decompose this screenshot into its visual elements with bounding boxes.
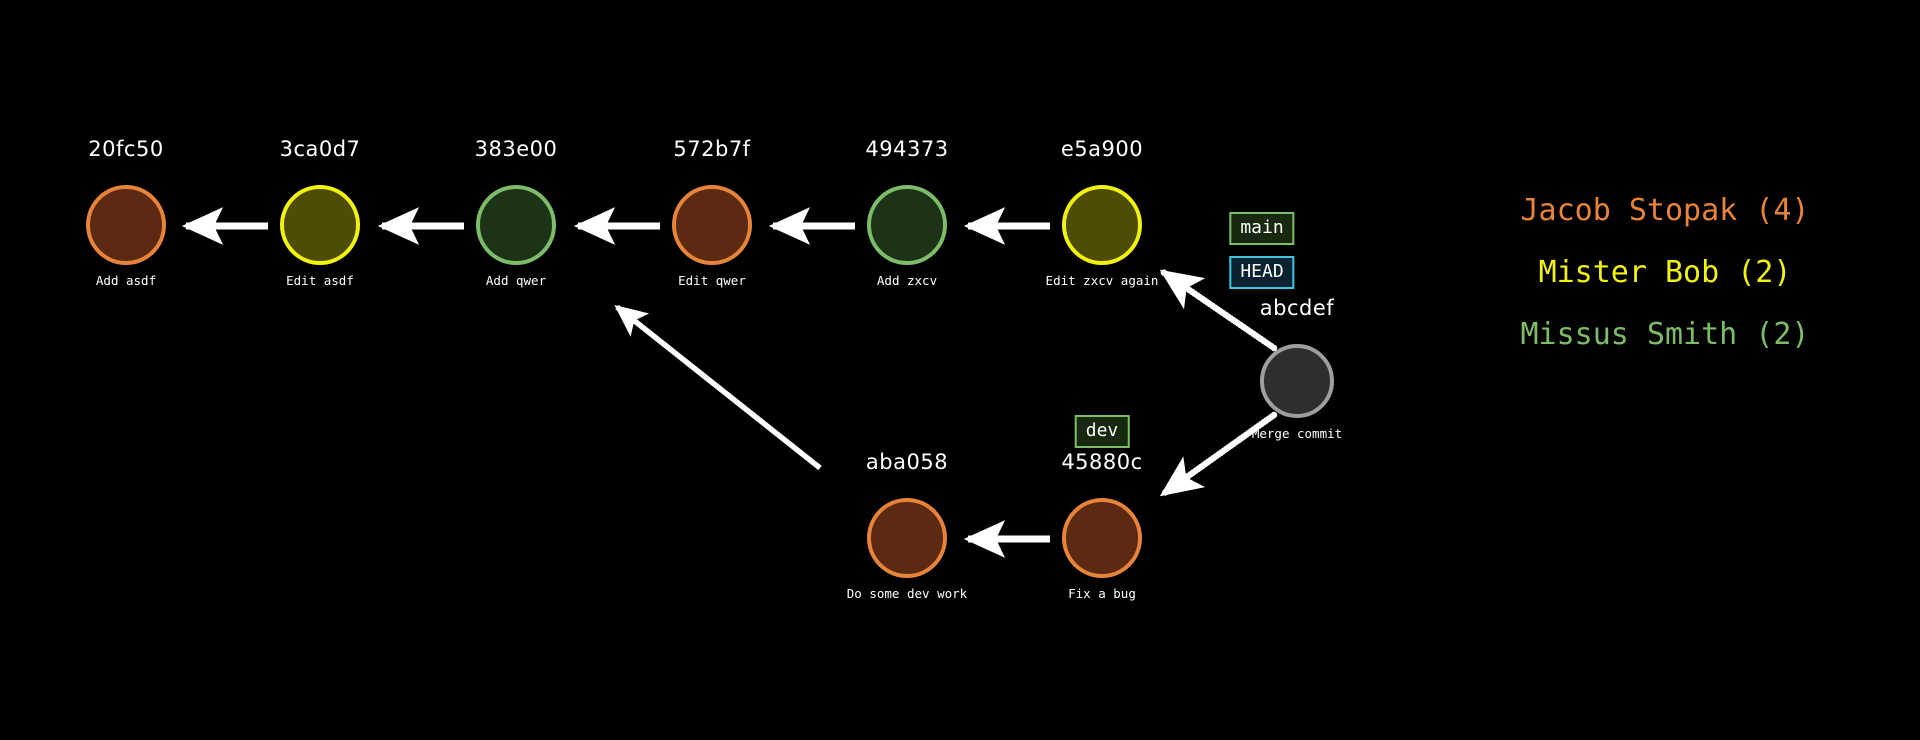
commit-hash: 494373 [865,137,949,161]
edge-aba058-to-383e00 [614,304,822,471]
commit-hash: 20fc50 [88,137,164,161]
commit-circle[interactable] [280,185,360,265]
author-legend: Jacob Stopak (4) Mister Bob (2) Missus S… [1455,196,1875,382]
commit-message: Do some dev work [846,586,968,601]
legend-item-author: Mister Bob (2) [1538,255,1792,290]
commit-message: Add asdf [95,273,157,288]
commit-hash: aba058 [865,450,949,474]
commit-hash: abcdef [1259,296,1335,320]
commit-message: Edit qwer [678,273,746,288]
legend-item-author: Missus Smith (2) [1520,317,1810,352]
commit-circle[interactable] [867,185,947,265]
commit-hash: 45880c [1061,450,1143,474]
commit-circle[interactable] [672,185,752,265]
git-graph-canvas: 20fc50 Add asdf 3ca0d7 Edit asdf 383e00 … [0,0,1920,740]
commit-circle[interactable] [1062,185,1142,265]
ref-label-main[interactable]: main [1229,212,1295,245]
commit-circle[interactable] [1062,498,1142,578]
commit-circle[interactable] [476,185,556,265]
commit-hash: 3ca0d7 [279,137,361,161]
commit-message: Edit asdf [286,273,354,288]
commit-circle[interactable] [1260,344,1334,418]
legend-item-author: Jacob Stopak (4) [1520,193,1810,228]
commit-hash: 572b7f [673,137,751,161]
ref-label-dev[interactable]: dev [1074,415,1130,448]
commit-circle[interactable] [86,185,166,265]
commit-message: Merge commit [1251,426,1343,441]
commit-hash: 383e00 [474,137,558,161]
commit-hash: e5a900 [1060,137,1144,161]
commit-message: Edit zxcv again [1045,273,1159,288]
commit-message: Fix a bug [1068,586,1136,601]
ref-label-head[interactable]: HEAD [1229,256,1295,289]
commit-message: Add qwer [485,273,547,288]
commit-circle[interactable] [867,498,947,578]
commit-message: Add zxcv [876,273,938,288]
